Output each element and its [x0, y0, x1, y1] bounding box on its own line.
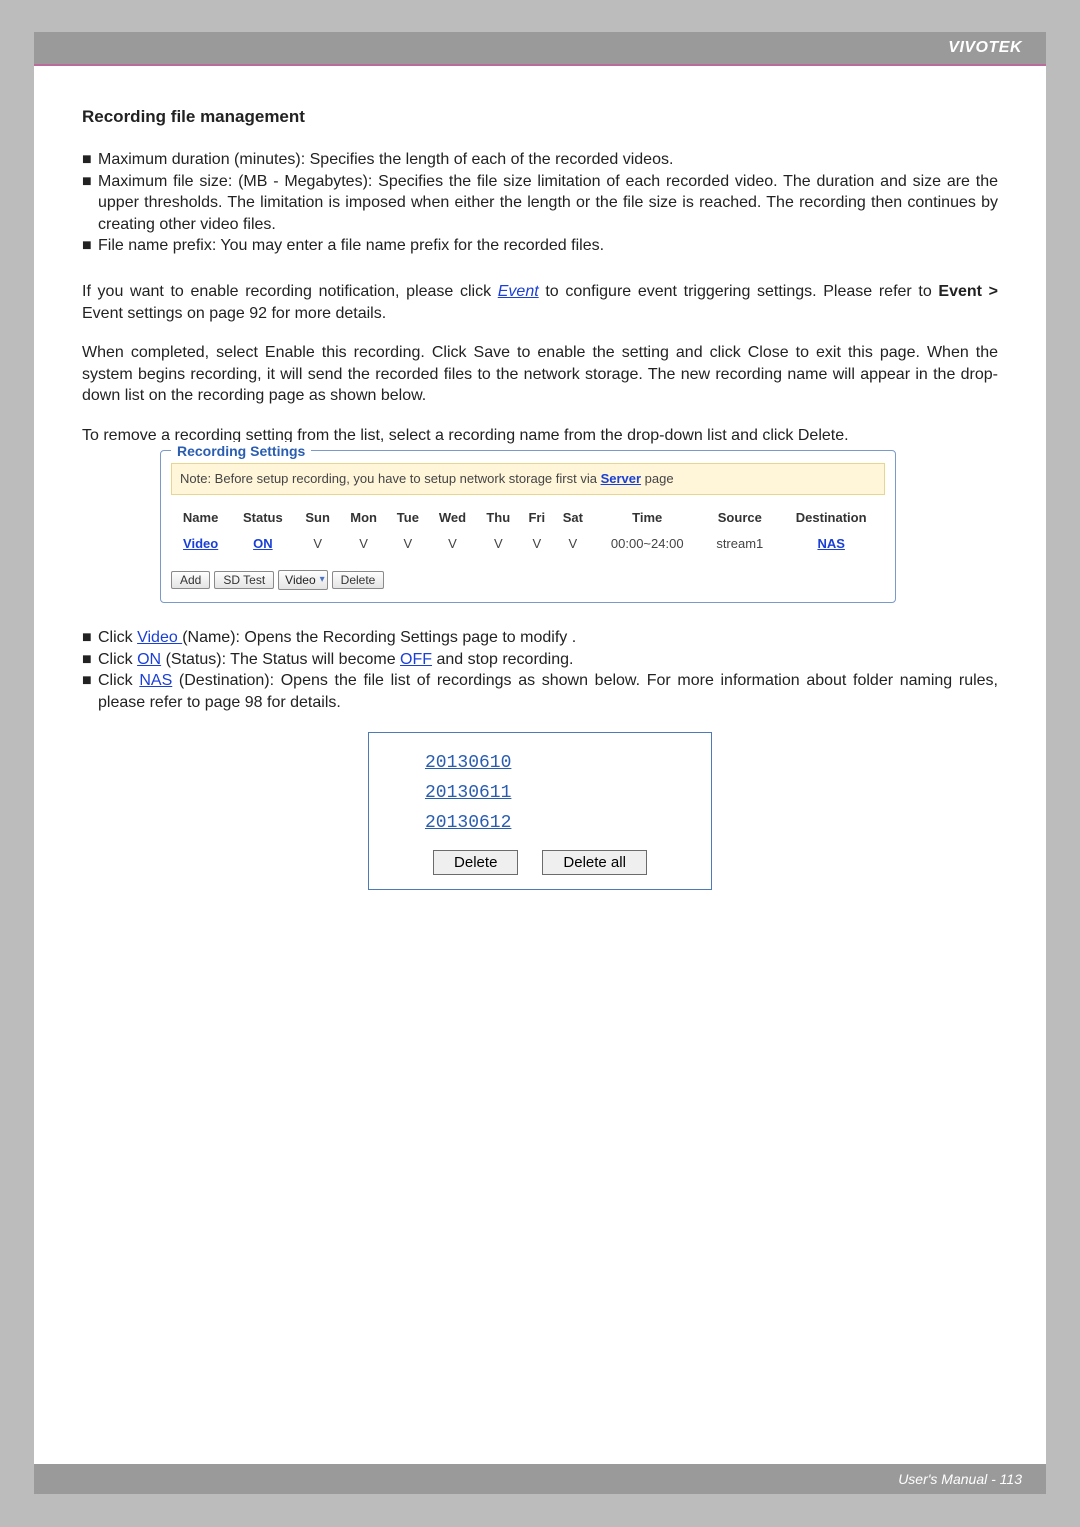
square-bullet-icon: ■ [82, 149, 98, 171]
square-bullet-icon: ■ [82, 235, 98, 257]
file-list-actions: Delete Delete all [387, 850, 693, 875]
recording-name-link[interactable]: Video [183, 536, 218, 551]
server-link[interactable]: Server [601, 471, 641, 486]
bullet-item: ■ Maximum duration (minutes): Specifies … [82, 149, 998, 171]
square-bullet-icon: ■ [82, 627, 98, 649]
bullet-list: ■ Maximum duration (minutes): Specifies … [82, 149, 998, 257]
chevron-down-icon: ▾ [320, 573, 325, 587]
recording-dest-link[interactable]: NAS [817, 536, 844, 551]
add-button[interactable]: Add [171, 571, 210, 589]
sd-test-button[interactable]: SD Test [214, 571, 274, 589]
col-mon: Mon [340, 505, 387, 531]
bullet-item: ■ File name prefix: You may enter a file… [82, 235, 998, 257]
bullet-text: File name prefix: You may enter a file n… [98, 235, 998, 257]
text-fragment: (Status): The Status will become [166, 651, 400, 668]
setup-note: Note: Before setup recording, you have t… [171, 463, 885, 495]
note-text: Note: Before setup recording, you have t… [180, 471, 601, 486]
delete-button[interactable]: Delete [332, 571, 385, 589]
square-bullet-icon: ■ [82, 670, 98, 713]
folder-link[interactable]: 20130612 [387, 811, 693, 835]
on-link[interactable]: ON [137, 651, 161, 668]
click-item: ■ Click NAS (Destination): Opens the fil… [82, 670, 998, 713]
document-page: VIVOTEK Recording file management ■ Maxi… [34, 32, 1046, 1494]
col-status: Status [230, 505, 295, 531]
cell-mon: V [340, 531, 387, 557]
click-text: Click NAS (Destination): Opens the file … [98, 670, 998, 713]
recording-select[interactable]: Video ▾ [278, 570, 328, 590]
event-link[interactable]: Event [498, 283, 539, 300]
page-content: Recording file management ■ Maximum dura… [34, 66, 1046, 890]
click-item: ■ Click Video (Name): Opens the Recordin… [82, 627, 998, 649]
square-bullet-icon: ■ [82, 171, 98, 236]
bullet-text: Maximum duration (minutes): Specifies th… [98, 149, 998, 171]
delete-button[interactable]: Delete [433, 850, 518, 875]
paragraph-event: If you want to enable recording notifica… [82, 281, 998, 324]
table-header-row: Name Status Sun Mon Tue Wed Thu Fri Sat … [171, 505, 885, 531]
select-value: Video [285, 572, 315, 588]
bullet-item: ■ Maximum file size: (MB - Megabytes): S… [82, 171, 998, 236]
text-fragment: Click [98, 629, 137, 646]
recording-status-link[interactable]: ON [253, 536, 273, 551]
footer-text: User's Manual - 113 [898, 1471, 1022, 1487]
brand-logo: VIVOTEK [948, 39, 1022, 57]
folder-link[interactable]: 20130610 [387, 751, 693, 775]
section-title: Recording file management [82, 106, 998, 129]
click-list: ■ Click Video (Name): Opens the Recordin… [82, 627, 998, 713]
text-fragment: Click [98, 651, 137, 668]
footer-band: User's Manual - 113 [34, 1464, 1046, 1494]
recording-table: Name Status Sun Mon Tue Wed Thu Fri Sat … [171, 505, 885, 556]
text-fragment: (Name): Opens the Recording Settings pag… [182, 629, 576, 646]
col-fri: Fri [520, 505, 554, 531]
folder-link[interactable]: 20130611 [387, 781, 693, 805]
text-fragment: to configure event triggering settings. … [545, 283, 938, 300]
recording-settings-fieldset: Recording Settings Note: Before setup re… [160, 450, 896, 603]
col-tue: Tue [387, 505, 428, 531]
cell-sun: V [295, 531, 339, 557]
cell-thu: V [477, 531, 520, 557]
file-list-box: 20130610 20130611 20130612 Delete Delete… [368, 732, 712, 890]
cell-tue: V [387, 531, 428, 557]
col-time: Time [592, 505, 702, 531]
off-link[interactable]: OFF [400, 651, 432, 668]
cell-source: stream1 [702, 531, 777, 557]
click-text: Click ON (Status): The Status will becom… [98, 649, 998, 671]
recording-settings-screenshot: Recording Settings Note: Before setup re… [160, 450, 896, 603]
text-fragment: and stop recording. [436, 651, 573, 668]
col-thu: Thu [477, 505, 520, 531]
col-sat: Sat [554, 505, 593, 531]
cell-wed: V [428, 531, 476, 557]
col-destination: Destination [777, 505, 885, 531]
click-item: ■ Click ON (Status): The Status will bec… [82, 649, 998, 671]
nas-link[interactable]: NAS [139, 672, 172, 689]
recording-actions: Add SD Test Video ▾ Delete [171, 570, 885, 590]
file-list-screenshot: 20130610 20130611 20130612 Delete Delete… [368, 732, 712, 890]
note-text: page [645, 471, 674, 486]
fieldset-legend: Recording Settings [171, 442, 311, 461]
cell-fri: V [520, 531, 554, 557]
text-fragment: (Destination): Opens the file list of re… [98, 672, 998, 711]
cell-sat: V [554, 531, 593, 557]
cell-time: 00:00~24:00 [592, 531, 702, 557]
col-sun: Sun [295, 505, 339, 531]
video-link[interactable]: Video [137, 629, 182, 646]
header-band: VIVOTEK [34, 32, 1046, 66]
text-fragment: Event settings on page 92 for more detai… [82, 305, 386, 322]
table-row: Video ON V V V V V V V 00:00~24:00 strea… [171, 531, 885, 557]
square-bullet-icon: ■ [82, 649, 98, 671]
delete-all-button[interactable]: Delete all [542, 850, 647, 875]
col-source: Source [702, 505, 777, 531]
text-fragment: Click [98, 672, 139, 689]
col-wed: Wed [428, 505, 476, 531]
text-fragment: If you want to enable recording notifica… [82, 283, 498, 300]
col-name: Name [171, 505, 230, 531]
click-text: Click Video (Name): Opens the Recording … [98, 627, 998, 649]
bullet-text: Maximum file size: (MB - Megabytes): Spe… [98, 171, 998, 236]
paragraph-completed: When completed, select Enable this recor… [82, 342, 998, 407]
event-bold: Event > [938, 283, 998, 300]
